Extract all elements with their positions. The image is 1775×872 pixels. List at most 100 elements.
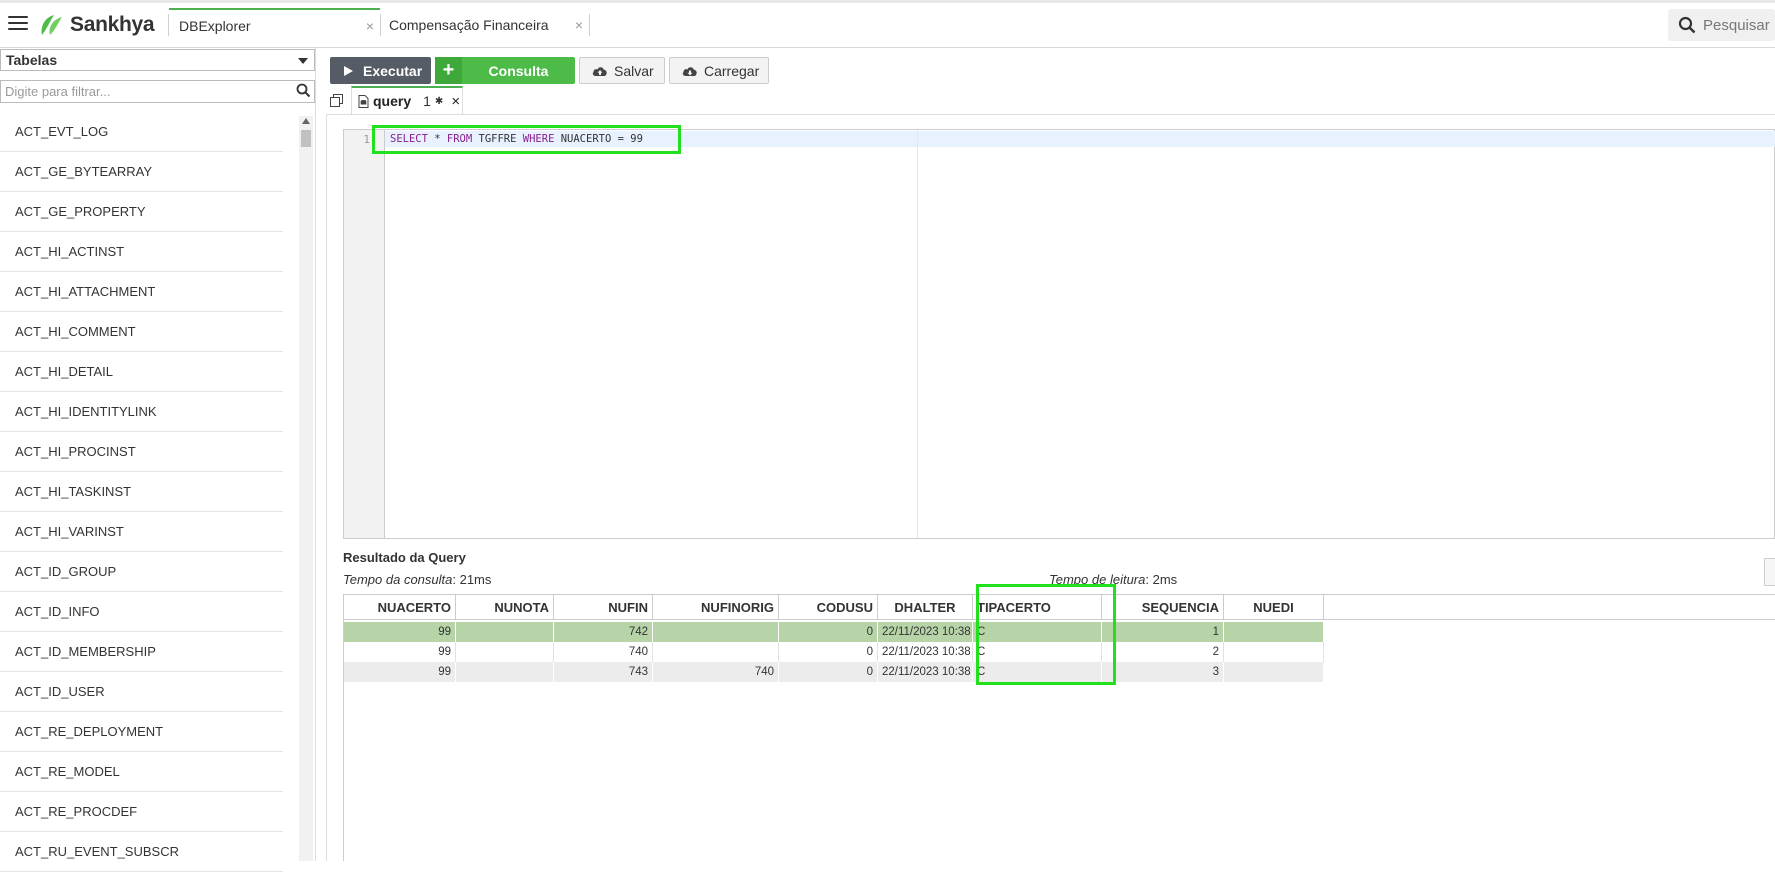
table-list-item[interactable]: ACT_ID_GROUP xyxy=(0,552,283,592)
close-icon[interactable]: × xyxy=(366,18,374,34)
cell-nufin[interactable]: 742 xyxy=(554,622,653,642)
line-number: 1 xyxy=(363,133,370,146)
results-side-button[interactable] xyxy=(1764,558,1775,586)
save-label: Salvar xyxy=(614,62,654,79)
tab-compensacao-financeira[interactable]: Compensação Financeira × xyxy=(379,8,589,42)
close-icon[interactable]: × xyxy=(575,17,583,33)
table-list-item[interactable]: ACT_HI_ACTINST xyxy=(0,232,283,272)
table-list-item[interactable]: ACT_HI_TASKINST xyxy=(0,472,283,512)
scrollbar-thumb[interactable] xyxy=(301,130,311,147)
cell-tipacerto[interactable]: C xyxy=(973,622,1102,642)
tab-label: Compensação Financeira xyxy=(389,17,549,33)
cell-dhalter[interactable]: 22/11/2023 10:38 xyxy=(878,662,973,682)
sankhya-logo[interactable]: Sankhya xyxy=(38,12,155,38)
execute-button[interactable]: Executar xyxy=(330,57,431,84)
filter-input[interactable] xyxy=(0,80,315,103)
table-list-item[interactable]: ACT_GE_BYTEARRAY xyxy=(0,152,283,192)
column-header[interactable]: NUFINORIG xyxy=(653,595,779,620)
cell-sequencia[interactable]: 2 xyxy=(1102,642,1224,662)
table-list-item[interactable]: ACT_RE_MODEL xyxy=(0,752,283,792)
table-list-item[interactable]: ACT_HI_IDENTITYLINK xyxy=(0,392,283,432)
cell-nuedi[interactable] xyxy=(1224,622,1324,642)
cell-codusu[interactable]: 0 xyxy=(779,642,878,662)
object-type-select[interactable]: Tabelas xyxy=(0,49,315,71)
cell-nufinorig[interactable]: 740 xyxy=(653,662,779,682)
table-row[interactable]: 99 740 0 22/11/2023 10:38 C 2 xyxy=(344,642,1334,662)
table-list-item[interactable]: ACT_ID_MEMBERSHIP xyxy=(0,632,283,672)
table-list-item[interactable]: ACT_RE_DEPLOYMENT xyxy=(0,712,283,752)
table-list-item[interactable]: ACT_ID_INFO xyxy=(0,592,283,632)
sidebar-scrollbar[interactable] xyxy=(299,116,313,861)
cell-nufinorig[interactable] xyxy=(653,622,779,642)
sql-text: TGFFRE xyxy=(472,133,523,145)
tab-query-1[interactable]: query 1 ✱ × xyxy=(351,86,463,114)
scroll-up-icon[interactable] xyxy=(302,118,310,124)
cell-nuedi[interactable] xyxy=(1224,662,1324,682)
read-time-label: Tempo de leitura xyxy=(1049,572,1146,587)
cell-sequencia[interactable]: 1 xyxy=(1102,622,1224,642)
column-header[interactable]: SEQUENCIA xyxy=(1102,595,1224,620)
cell-codusu[interactable]: 0 xyxy=(779,622,878,642)
cell-nuedi[interactable] xyxy=(1224,642,1324,662)
table-list-item[interactable]: ACT_HI_COMMENT xyxy=(0,312,283,352)
results-title: Resultado da Query xyxy=(343,550,466,565)
cell-nufinorig[interactable] xyxy=(653,642,779,662)
load-button[interactable]: Carregar xyxy=(669,57,769,84)
results-grid: NUACERTO NUNOTA NUFIN NUFINORIG CODUSU D… xyxy=(343,594,1775,861)
cell-sequencia[interactable]: 3 xyxy=(1102,662,1224,682)
table-list-item[interactable]: ACT_HI_PROCINST xyxy=(0,432,283,472)
line-gutter: 1 xyxy=(344,130,385,538)
tab-dbexplorer[interactable]: DBExplorer × xyxy=(169,8,380,42)
cell-nunota[interactable] xyxy=(456,622,554,642)
sql-code-line[interactable]: SELECT * FROM TGFFRE WHERE NUACERTO = 99 xyxy=(390,133,643,145)
column-header[interactable]: NUFIN xyxy=(554,595,653,620)
cell-nuacerto[interactable]: 99 xyxy=(344,622,456,642)
table-row[interactable]: 99 742 0 22/11/2023 10:38 C 1 xyxy=(344,622,1334,642)
cell-nufin[interactable]: 740 xyxy=(554,642,653,662)
column-header[interactable]: CODUSU xyxy=(779,595,878,620)
sidebar: Tabelas ACT_EVT_LOG ACT_GE_BYTEARRAY ACT… xyxy=(0,48,316,872)
sql-editor[interactable]: 1 SELECT * FROM TGFFRE WHERE NUACERTO = … xyxy=(343,129,1775,539)
table-list-item[interactable]: ACT_HI_DETAIL xyxy=(0,352,283,392)
cell-dhalter[interactable]: 22/11/2023 10:38 xyxy=(878,642,973,662)
cell-tipacerto[interactable]: C xyxy=(973,662,1102,682)
sql-text: NUACERTO = 99 xyxy=(554,133,643,145)
cell-tipacerto[interactable]: C xyxy=(973,642,1102,662)
execute-label: Executar xyxy=(363,62,423,79)
column-header[interactable]: DHALTER xyxy=(878,595,973,620)
save-button[interactable]: Salvar xyxy=(579,57,665,84)
cell-nunota[interactable] xyxy=(456,642,554,662)
new-query-label: Consulta xyxy=(488,62,549,79)
column-header[interactable]: NUACERTO xyxy=(344,595,456,620)
table-list-item[interactable]: ACT_RU_EVENT_SUBSCR xyxy=(0,832,283,872)
cell-nuacerto[interactable]: 99 xyxy=(344,642,456,662)
print-margin xyxy=(917,130,918,538)
table-list-item[interactable]: ACT_EVT_LOG xyxy=(0,112,283,152)
cell-nunota[interactable] xyxy=(456,662,554,682)
search-label: Pesquisar xyxy=(1703,16,1770,34)
cell-codusu[interactable]: 0 xyxy=(779,662,878,682)
duplicate-icon[interactable] xyxy=(330,94,343,107)
cell-dhalter[interactable]: 22/11/2023 10:38 xyxy=(878,622,973,642)
cell-nufin[interactable]: 743 xyxy=(554,662,653,682)
column-header[interactable]: NUNOTA xyxy=(456,595,554,620)
column-header[interactable]: TIPACERTO xyxy=(973,595,1102,620)
sql-keyword-select: SELECT xyxy=(390,133,428,145)
close-icon[interactable]: × xyxy=(451,93,460,110)
query-time-label: Tempo da consulta xyxy=(343,572,453,587)
table-list-item[interactable]: ACT_HI_VARINST xyxy=(0,512,283,552)
new-query-button[interactable]: + Consulta xyxy=(435,57,575,84)
search-icon[interactable] xyxy=(296,83,311,98)
table-list-item[interactable]: ACT_HI_ATTACHMENT xyxy=(0,272,283,312)
menu-icon[interactable] xyxy=(8,16,28,32)
table-list-item[interactable]: ACT_GE_PROPERTY xyxy=(0,192,283,232)
cloud-download-icon xyxy=(682,66,697,76)
cell-nuacerto[interactable]: 99 xyxy=(344,662,456,682)
table-list-item[interactable]: ACT_RE_PROCDEF xyxy=(0,792,283,832)
top-progress-strip xyxy=(0,0,1775,3)
search-button[interactable]: Pesquisar xyxy=(1668,9,1775,41)
column-header[interactable]: NUEDI xyxy=(1224,595,1324,620)
query-time-value: : 21ms xyxy=(452,572,492,587)
table-row[interactable]: 99 743 740 0 22/11/2023 10:38 C 3 xyxy=(344,662,1334,682)
table-list-item[interactable]: ACT_ID_USER xyxy=(0,672,283,712)
